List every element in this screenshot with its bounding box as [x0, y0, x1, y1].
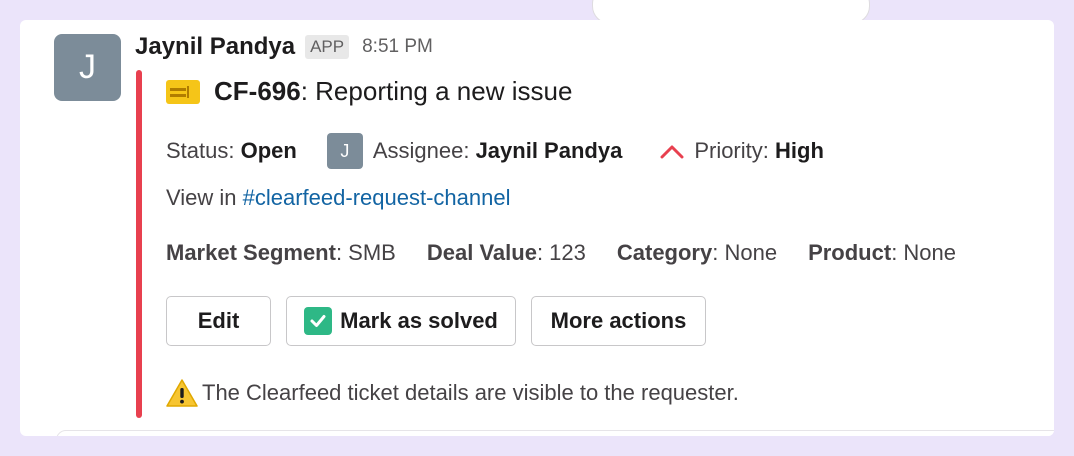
more-actions-button[interactable]: More actions: [531, 296, 706, 346]
edit-button[interactable]: Edit: [166, 296, 271, 346]
check-icon: [304, 307, 333, 335]
view-in-channel: View in #clearfeed-request-channel: [166, 185, 510, 211]
view-prefix: View in: [166, 185, 243, 210]
priority-value: High: [775, 138, 824, 163]
field-product: Product: None: [808, 240, 956, 266]
notice-text: The Clearfeed ticket details are visible…: [202, 380, 739, 405]
field-market-segment: Market Segment: SMB: [166, 240, 396, 266]
field-label: Product: [808, 240, 892, 265]
visibility-notice: The Clearfeed ticket details are visible…: [166, 378, 739, 408]
field-value: : None: [891, 240, 957, 265]
warning-icon: [166, 379, 198, 407]
assignee-value: Jaynil Pandya: [475, 138, 623, 163]
field-category: Category: None: [617, 240, 777, 266]
avatar[interactable]: J: [54, 34, 121, 101]
mark-solved-button[interactable]: Mark as solved: [286, 296, 516, 346]
attachment-color-bar: [136, 70, 142, 418]
mark-solved-label: Mark as solved: [340, 308, 498, 333]
status-label: Status:: [166, 138, 241, 163]
channel-link[interactable]: #clearfeed-request-channel: [243, 185, 511, 210]
action-buttons: Edit Mark as solved More actions: [166, 296, 721, 346]
ticket-icon: [166, 79, 200, 104]
app-badge: APP: [305, 35, 350, 59]
assignee-avatar: J: [326, 133, 363, 169]
ticket-fields: Market Segment: SMB Deal Value: 123 Cate…: [166, 240, 987, 266]
field-label: Market Segment: [166, 240, 336, 265]
status-value: Open: [240, 138, 297, 163]
chevron-up-icon: [660, 145, 684, 159]
ticket-meta: Status: Open J Assignee: Jaynil Pandya P…: [166, 133, 824, 169]
field-label: Category: [616, 240, 713, 265]
sender-name[interactable]: Jaynil Pandya: [135, 33, 295, 61]
message-composer-bottom: [56, 430, 1054, 436]
ticket-separator: :: [300, 76, 316, 106]
field-label: Deal Value: [426, 240, 537, 265]
field-deal-value: Deal Value: 123: [427, 240, 586, 266]
assignee-label: Assignee:: [372, 138, 476, 163]
message-header: Jaynil Pandya APP 8:51 PM: [135, 32, 433, 62]
message-timestamp[interactable]: 8:51 PM: [362, 36, 433, 58]
field-value: : SMB: [335, 240, 396, 265]
message-card: J Jaynil Pandya APP 8:51 PM CF-696: Repo…: [20, 20, 1054, 436]
ticket-title: CF-696: Reporting a new issue: [166, 76, 572, 107]
ticket-key: CF-696: [214, 76, 301, 106]
field-value: : 123: [536, 240, 586, 265]
priority-label: Priority:: [694, 138, 775, 163]
field-value: : None: [712, 240, 778, 265]
ticket-title-text: Reporting a new issue: [315, 76, 573, 106]
